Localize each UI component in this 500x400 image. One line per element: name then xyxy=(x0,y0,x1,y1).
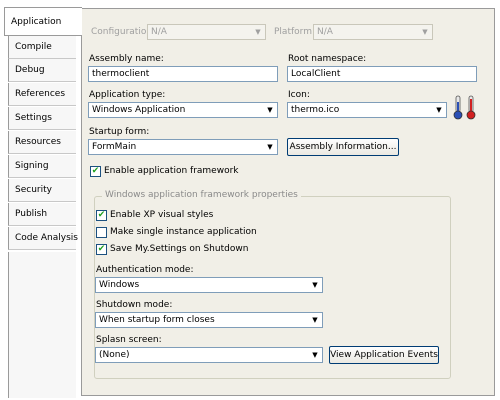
enable-framework-checkbox[interactable]: ✔ xyxy=(90,166,101,177)
tab-security[interactable]: Security xyxy=(8,179,76,202)
save-settings-checkbox[interactable]: ✔ xyxy=(96,244,107,255)
chevron-down-icon: ▼ xyxy=(422,28,428,36)
thermometer-icon xyxy=(453,95,476,120)
tab-publish[interactable]: Publish xyxy=(8,203,76,226)
framework-properties-title: Windows application framework properties xyxy=(102,190,301,200)
icon-value: thermo.ico xyxy=(291,105,340,115)
startup-form-value: FormMain xyxy=(92,142,137,152)
single-instance-checkbox[interactable] xyxy=(96,227,107,238)
chevron-down-icon[interactable]: ▼ xyxy=(308,313,322,327)
authentication-mode-dropdown[interactable]: Windows ▼ xyxy=(95,277,323,293)
tab-signing[interactable]: Signing xyxy=(8,155,76,178)
configuration-dropdown: N/A ▼ xyxy=(147,24,266,40)
chevron-down-icon: ▼ xyxy=(255,28,261,36)
tab-strip: Application Compile Debug References Set… xyxy=(0,0,82,400)
tab-debug[interactable]: Debug xyxy=(8,59,76,82)
chevron-down-icon[interactable]: ▼ xyxy=(263,103,277,117)
platform-value: N/A xyxy=(317,27,333,37)
shutdown-mode-dropdown[interactable]: When startup form closes ▼ xyxy=(95,312,323,328)
startup-form-label: Startup form: xyxy=(89,127,150,137)
root-namespace-label: Root namespace: xyxy=(288,54,367,64)
shutdown-mode-value: When startup form closes xyxy=(99,315,215,325)
assembly-name-input[interactable]: thermoclient xyxy=(88,66,278,82)
icon-dropdown[interactable]: thermo.ico ▼ xyxy=(287,102,447,118)
single-instance-label: Make single instance application xyxy=(110,227,257,237)
view-application-events-button[interactable]: View Application Events xyxy=(329,346,439,364)
chevron-down-icon[interactable]: ▼ xyxy=(263,140,277,154)
icon-label: Icon: xyxy=(288,90,310,100)
authentication-mode-value: Windows xyxy=(99,280,140,290)
application-panel: Configuration: N/A ▼ Platform: N/A ▼ Ass… xyxy=(81,8,495,396)
tab-code-analysis[interactable]: Code Analysis xyxy=(8,227,78,250)
chevron-down-icon[interactable]: ▼ xyxy=(308,278,322,292)
tab-settings[interactable]: Settings xyxy=(8,107,76,130)
assembly-name-label: Assembly name: xyxy=(89,54,164,64)
xp-styles-label: Enable XP visual styles xyxy=(110,210,214,220)
configuration-value: N/A xyxy=(151,27,167,37)
application-type-label: Application type: xyxy=(89,90,166,100)
splash-screen-dropdown[interactable]: (None) ▼ xyxy=(95,347,323,363)
tab-compile[interactable]: Compile xyxy=(8,36,76,59)
tab-resources[interactable]: Resources xyxy=(8,131,76,154)
tab-strip-filler xyxy=(8,252,76,398)
platform-label: Platform: xyxy=(274,27,315,37)
configuration-label: Configuration: xyxy=(91,27,156,37)
project-properties-window: Application Compile Debug References Set… xyxy=(0,0,500,400)
splash-screen-label: Splasn screen: xyxy=(96,335,162,345)
application-type-dropdown[interactable]: Windows Application ▼ xyxy=(88,102,278,118)
tab-references[interactable]: References xyxy=(8,83,76,106)
tab-application[interactable]: Application xyxy=(4,7,82,36)
enable-framework-label: Enable application framework xyxy=(104,166,239,176)
xp-styles-checkbox[interactable]: ✔ xyxy=(96,210,107,221)
root-namespace-input[interactable]: LocalClient xyxy=(287,66,477,82)
platform-dropdown: N/A ▼ xyxy=(313,24,433,40)
save-settings-label: Save My.Settings on Shutdown xyxy=(110,244,249,254)
chevron-down-icon[interactable]: ▼ xyxy=(308,348,322,362)
chevron-down-icon[interactable]: ▼ xyxy=(432,103,446,117)
assembly-information-button[interactable]: Assembly Information... xyxy=(287,138,399,156)
splash-screen-value: (None) xyxy=(99,350,130,360)
shutdown-mode-label: Shutdown mode: xyxy=(96,300,173,310)
application-type-value: Windows Application xyxy=(92,105,186,115)
startup-form-dropdown[interactable]: FormMain ▼ xyxy=(88,139,278,155)
authentication-mode-label: Authentication mode: xyxy=(96,265,194,275)
